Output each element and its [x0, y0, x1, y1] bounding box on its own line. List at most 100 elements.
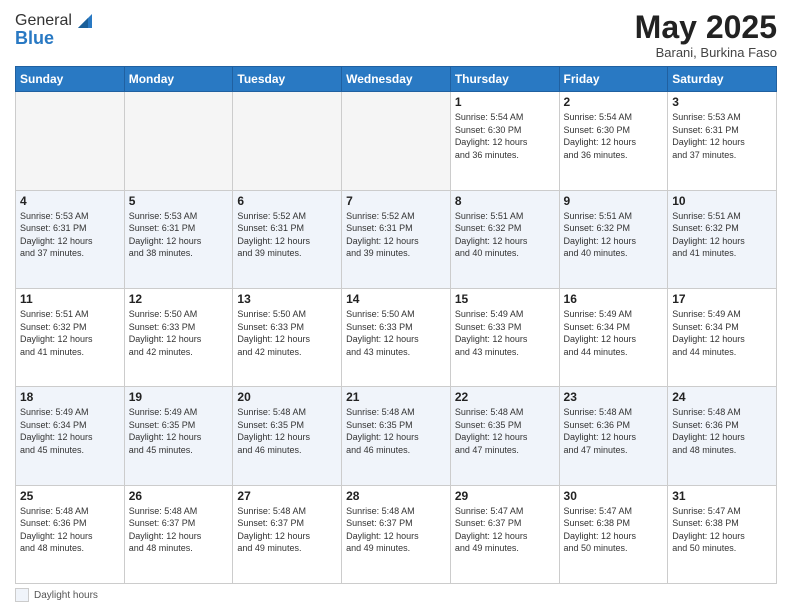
- month-title: May 2025: [635, 10, 777, 45]
- calendar-cell: [233, 92, 342, 190]
- calendar-cell: 10 Sunrise: 5:51 AM Sunset: 6:32 PM Dayli…: [668, 190, 777, 288]
- day-number: 9: [564, 194, 664, 208]
- day-info: Sunrise: 5:48 AM Sunset: 6:35 PM Dayligh…: [455, 406, 555, 456]
- calendar-cell: 25Sunrise: 5:48 AM Sunset: 6:36 PM Dayli…: [16, 485, 125, 583]
- day-info: Sunrise: 5:51 AM Sunset: 6:32 PM Dayligh…: [564, 210, 664, 260]
- weekday-header-sunday: Sunday: [16, 67, 125, 92]
- location-subtitle: Barani, Burkina Faso: [635, 45, 777, 60]
- calendar-cell: 22 Sunrise: 5:48 AM Sunset: 6:35 PM Dayli…: [450, 387, 559, 485]
- day-number: 11: [20, 292, 120, 306]
- day-number: 13: [237, 292, 337, 306]
- weekday-header-tuesday: Tuesday: [233, 67, 342, 92]
- calendar-week-3: 11 Sunrise: 5:51 AM Sunset: 6:32 PM Dayli…: [16, 288, 777, 386]
- day-info: Sunrise: 5:51 AM Sunset: 6:32 PM Dayligh…: [455, 210, 555, 260]
- day-number: 12: [129, 292, 229, 306]
- calendar-cell: [16, 92, 125, 190]
- calendar-cell: 14 Sunrise: 5:50 AM Sunset: 6:33 PM Dayli…: [342, 288, 451, 386]
- daylight-box-icon: [15, 588, 29, 602]
- day-info: Sunrise: 5:49 AM Sunset: 6:34 PM Dayligh…: [564, 308, 664, 358]
- day-number: 23: [564, 390, 664, 404]
- day-info: Sunrise: 5:49 AM Sunset: 6:34 PM Dayligh…: [672, 308, 772, 358]
- day-number: 1: [455, 95, 555, 109]
- day-info: Sunrise: 5:49 AM Sunset: 6:35 PM Dayligh…: [129, 406, 229, 456]
- day-number: 19: [129, 390, 229, 404]
- calendar-week-1: 1 Sunrise: 5:54 AM Sunset: 6:30 PM Daylig…: [16, 92, 777, 190]
- title-block: May 2025 Barani, Burkina Faso: [635, 10, 777, 60]
- logo: General Blue: [15, 10, 96, 49]
- day-number: 10: [672, 194, 772, 208]
- day-info: Sunrise: 5:53 AM Sunset: 6:31 PM Dayligh…: [672, 111, 772, 161]
- calendar-cell: 3Sunrise: 5:53 AM Sunset: 6:31 PM Daylig…: [668, 92, 777, 190]
- day-info: Sunrise: 5:49 AM Sunset: 6:33 PM Dayligh…: [455, 308, 555, 358]
- calendar-cell: 5 Sunrise: 5:53 AM Sunset: 6:31 PM Daylig…: [124, 190, 233, 288]
- calendar-cell: [342, 92, 451, 190]
- page: General Blue May 2025 Barani, Burkina Fa…: [0, 0, 792, 612]
- calendar-week-5: 25Sunrise: 5:48 AM Sunset: 6:36 PM Dayli…: [16, 485, 777, 583]
- calendar-cell: 17 Sunrise: 5:49 AM Sunset: 6:34 PM Dayli…: [668, 288, 777, 386]
- day-number: 31: [672, 489, 772, 503]
- day-info: Sunrise: 5:47 AM Sunset: 6:38 PM Dayligh…: [672, 505, 772, 555]
- calendar-cell: 6 Sunrise: 5:52 AM Sunset: 6:31 PM Daylig…: [233, 190, 342, 288]
- calendar-cell: 8Sunrise: 5:51 AM Sunset: 6:32 PM Daylig…: [450, 190, 559, 288]
- weekday-header-wednesday: Wednesday: [342, 67, 451, 92]
- day-info: Sunrise: 5:53 AM Sunset: 6:31 PM Dayligh…: [129, 210, 229, 260]
- day-number: 15: [455, 292, 555, 306]
- calendar-cell: 30Sunrise: 5:47 AM Sunset: 6:38 PM Dayli…: [559, 485, 668, 583]
- calendar-cell: 20 Sunrise: 5:48 AM Sunset: 6:35 PM Dayli…: [233, 387, 342, 485]
- calendar-cell: 23 Sunrise: 5:48 AM Sunset: 6:36 PM Dayli…: [559, 387, 668, 485]
- day-info: Sunrise: 5:48 AM Sunset: 6:37 PM Dayligh…: [346, 505, 446, 555]
- calendar-cell: 19 Sunrise: 5:49 AM Sunset: 6:35 PM Dayli…: [124, 387, 233, 485]
- day-info: Sunrise: 5:48 AM Sunset: 6:37 PM Dayligh…: [129, 505, 229, 555]
- day-info: Sunrise: 5:50 AM Sunset: 6:33 PM Dayligh…: [346, 308, 446, 358]
- day-number: 17: [672, 292, 772, 306]
- day-number: 6: [237, 194, 337, 208]
- calendar-table: SundayMondayTuesdayWednesdayThursdayFrid…: [15, 66, 777, 584]
- calendar-week-4: 18Sunrise: 5:49 AM Sunset: 6:34 PM Dayli…: [16, 387, 777, 485]
- day-info: Sunrise: 5:53 AM Sunset: 6:31 PM Dayligh…: [20, 210, 120, 260]
- day-info: Sunrise: 5:48 AM Sunset: 6:36 PM Dayligh…: [564, 406, 664, 456]
- weekday-header-saturday: Saturday: [668, 67, 777, 92]
- calendar-cell: 7Sunrise: 5:52 AM Sunset: 6:31 PM Daylig…: [342, 190, 451, 288]
- day-info: Sunrise: 5:48 AM Sunset: 6:37 PM Dayligh…: [237, 505, 337, 555]
- day-info: Sunrise: 5:52 AM Sunset: 6:31 PM Dayligh…: [237, 210, 337, 260]
- day-info: Sunrise: 5:52 AM Sunset: 6:31 PM Dayligh…: [346, 210, 446, 260]
- day-number: 4: [20, 194, 120, 208]
- calendar-cell: 2Sunrise: 5:54 AM Sunset: 6:30 PM Daylig…: [559, 92, 668, 190]
- calendar-header-row: SundayMondayTuesdayWednesdayThursdayFrid…: [16, 67, 777, 92]
- logo-icon: [74, 10, 96, 32]
- day-info: Sunrise: 5:51 AM Sunset: 6:32 PM Dayligh…: [20, 308, 120, 358]
- calendar-week-2: 4 Sunrise: 5:53 AM Sunset: 6:31 PM Daylig…: [16, 190, 777, 288]
- day-number: 20: [237, 390, 337, 404]
- day-number: 27: [237, 489, 337, 503]
- day-info: Sunrise: 5:47 AM Sunset: 6:38 PM Dayligh…: [564, 505, 664, 555]
- calendar-cell: 13Sunrise: 5:50 AM Sunset: 6:33 PM Dayli…: [233, 288, 342, 386]
- calendar-cell: 12Sunrise: 5:50 AM Sunset: 6:33 PM Dayli…: [124, 288, 233, 386]
- calendar-cell: 16 Sunrise: 5:49 AM Sunset: 6:34 PM Dayli…: [559, 288, 668, 386]
- day-info: Sunrise: 5:48 AM Sunset: 6:35 PM Dayligh…: [346, 406, 446, 456]
- day-number: 16: [564, 292, 664, 306]
- day-info: Sunrise: 5:48 AM Sunset: 6:36 PM Dayligh…: [672, 406, 772, 456]
- calendar-cell: [124, 92, 233, 190]
- day-info: Sunrise: 5:51 AM Sunset: 6:32 PM Dayligh…: [672, 210, 772, 260]
- calendar-cell: 29Sunrise: 5:47 AM Sunset: 6:37 PM Dayli…: [450, 485, 559, 583]
- day-info: Sunrise: 5:48 AM Sunset: 6:35 PM Dayligh…: [237, 406, 337, 456]
- footer: Daylight hours: [15, 588, 777, 602]
- calendar-cell: 27 Sunrise: 5:48 AM Sunset: 6:37 PM Dayli…: [233, 485, 342, 583]
- day-info: Sunrise: 5:47 AM Sunset: 6:37 PM Dayligh…: [455, 505, 555, 555]
- calendar-cell: 9 Sunrise: 5:51 AM Sunset: 6:32 PM Daylig…: [559, 190, 668, 288]
- day-number: 14: [346, 292, 446, 306]
- day-number: 21: [346, 390, 446, 404]
- header: General Blue May 2025 Barani, Burkina Fa…: [15, 10, 777, 60]
- day-info: Sunrise: 5:48 AM Sunset: 6:36 PM Dayligh…: [20, 505, 120, 555]
- weekday-header-monday: Monday: [124, 67, 233, 92]
- calendar-cell: 1 Sunrise: 5:54 AM Sunset: 6:30 PM Daylig…: [450, 92, 559, 190]
- day-info: Sunrise: 5:54 AM Sunset: 6:30 PM Dayligh…: [455, 111, 555, 161]
- calendar-cell: 11 Sunrise: 5:51 AM Sunset: 6:32 PM Dayli…: [16, 288, 125, 386]
- calendar-cell: 18Sunrise: 5:49 AM Sunset: 6:34 PM Dayli…: [16, 387, 125, 485]
- day-number: 22: [455, 390, 555, 404]
- calendar-cell: 4 Sunrise: 5:53 AM Sunset: 6:31 PM Daylig…: [16, 190, 125, 288]
- calendar-cell: 28Sunrise: 5:48 AM Sunset: 6:37 PM Dayli…: [342, 485, 451, 583]
- day-number: 26: [129, 489, 229, 503]
- day-number: 18: [20, 390, 120, 404]
- day-number: 5: [129, 194, 229, 208]
